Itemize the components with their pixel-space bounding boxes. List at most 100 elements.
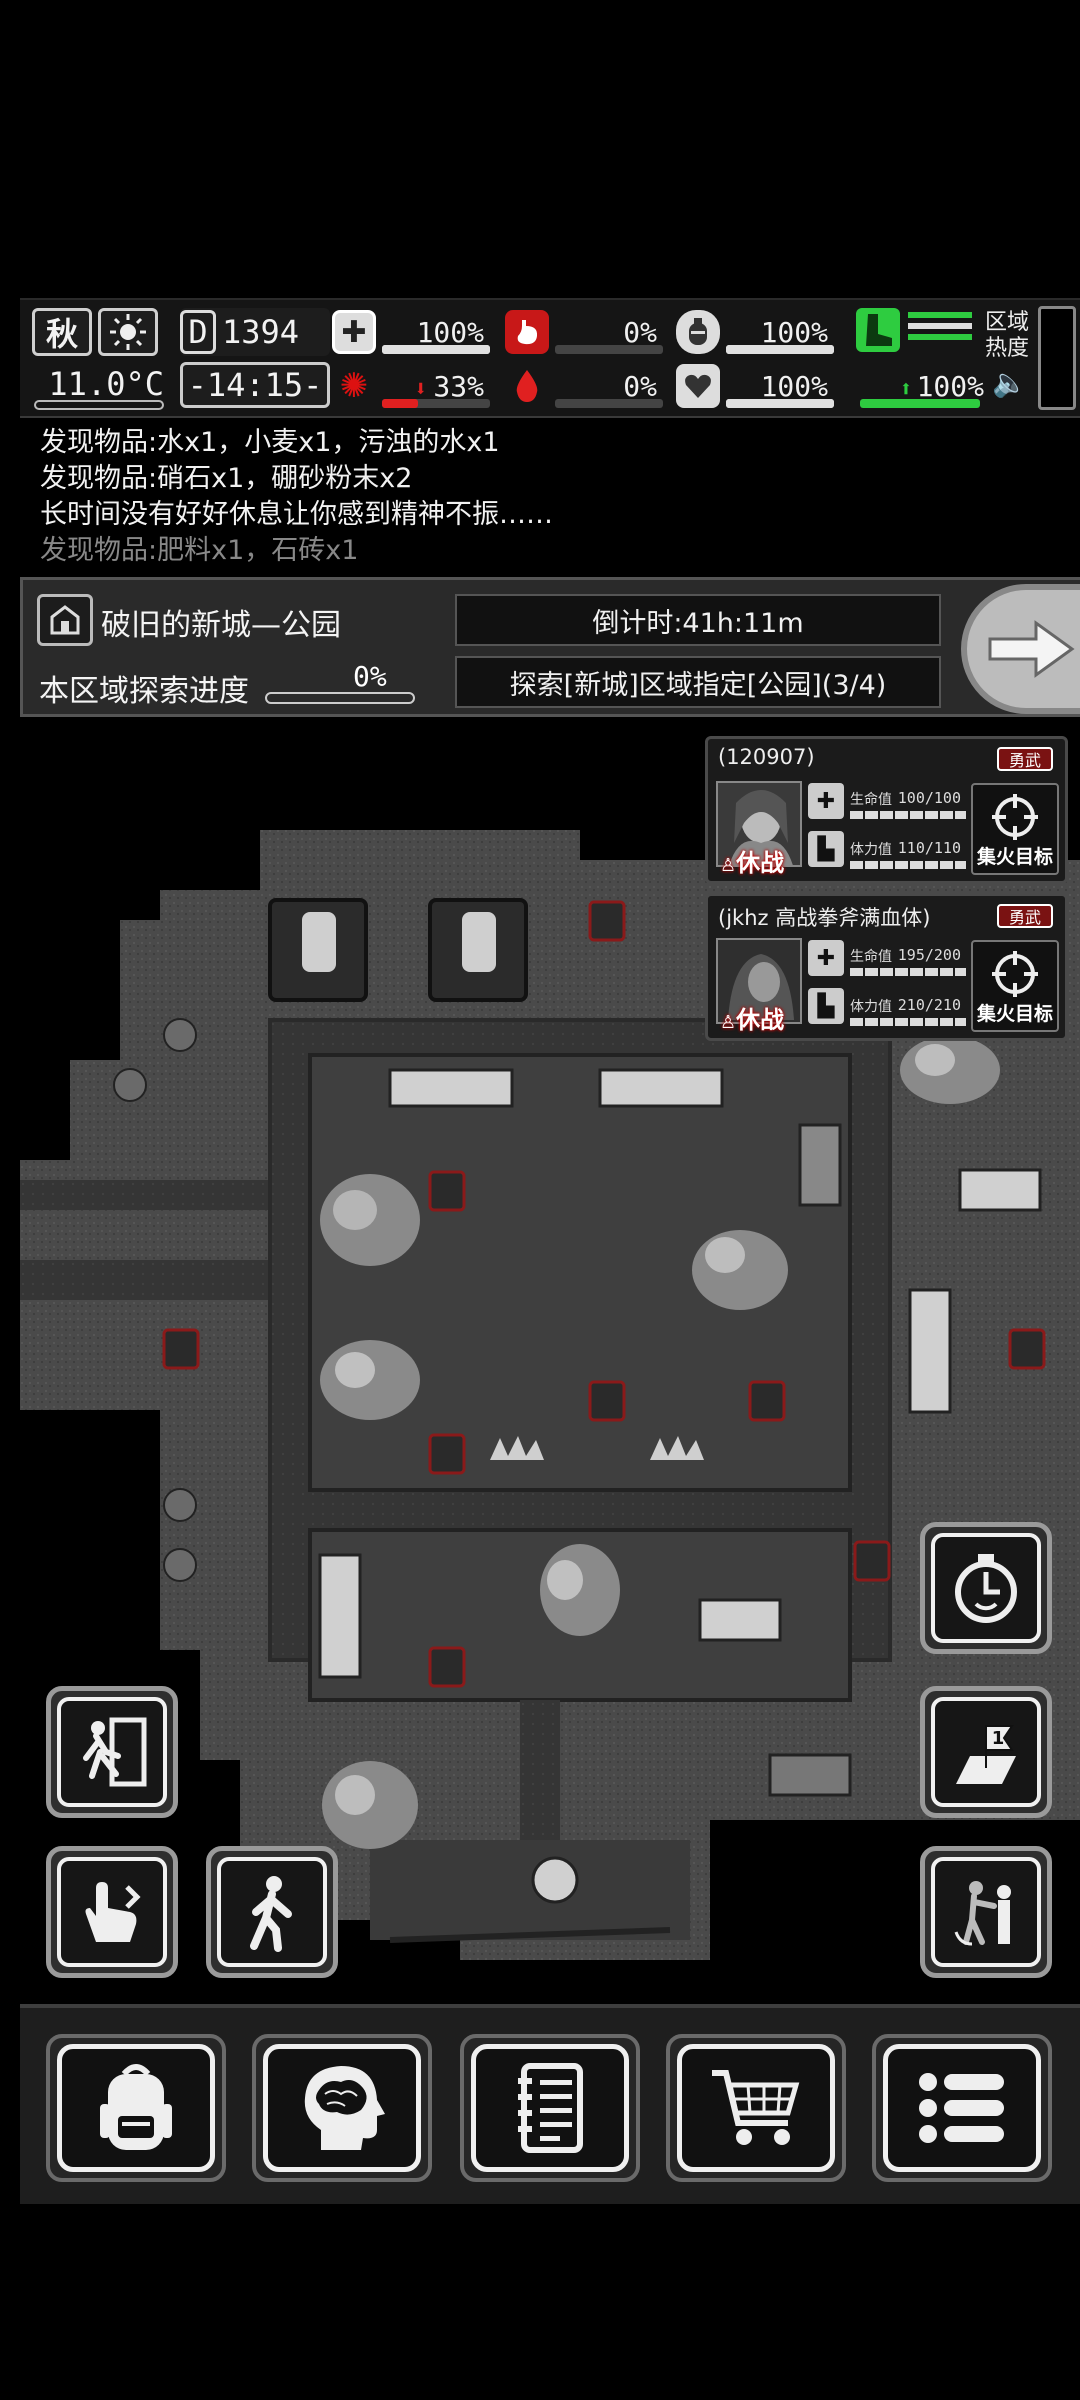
stopwatch-icon <box>955 1554 1017 1623</box>
sp-bar <box>850 861 966 869</box>
log-line: 发现物品:硝石x1，硼砂粉末x2 <box>40 463 413 494</box>
hunger-bar <box>555 345 663 354</box>
speaker-icon[interactable]: 🔈 <box>992 366 1027 399</box>
sp-label: 体力值 <box>850 999 892 1015</box>
day-counter: D 1394 <box>180 308 330 356</box>
health-stat: ✚ 100% <box>332 308 512 356</box>
explore-progress-label: 本区域探索进度 <box>39 674 249 709</box>
log-line: 长时间没有好好休息让你感到精神不振…… <box>40 499 553 530</box>
mood-bar <box>726 399 834 408</box>
arrow-right-icon <box>988 620 1075 678</box>
blood-drop-icon <box>505 364 549 408</box>
combat-stance-button[interactable] <box>920 1846 1052 1978</box>
hp-label: 生命值 <box>850 949 892 965</box>
walk-button[interactable] <box>206 1846 338 1978</box>
hunger-stat: 0% <box>505 308 685 356</box>
virus-icon: ✺ <box>339 366 369 406</box>
player-badge: 勇武 <box>997 904 1053 928</box>
bleeding-value: 0% <box>623 369 657 403</box>
medkit-icon: ✚ <box>808 940 844 976</box>
canteen-icon <box>676 310 720 354</box>
season-indicator: 秋 <box>32 308 92 356</box>
sp-value: 210/210 <box>897 996 961 1014</box>
menu-button[interactable] <box>872 2034 1052 2182</box>
drink-stat: 100% <box>676 308 856 356</box>
health-bar <box>382 345 490 354</box>
hp-value: 100/100 <box>897 789 961 807</box>
walk-icon <box>250 1876 292 1952</box>
boot-icon: ▙ <box>808 988 844 1024</box>
sp-value: 110/110 <box>897 839 961 857</box>
skills-button[interactable] <box>252 2034 432 2182</box>
player-badge: 勇武 <box>997 747 1053 771</box>
status-bar: 秋 11.0°C D 1394 -14:15- ✚ 100% 0% 100% ✺… <box>20 298 1080 418</box>
sp-bar <box>850 1018 966 1026</box>
log-line: 发现物品:肥料x1，石砖x1 <box>40 535 359 566</box>
health-value: 100% <box>416 315 484 349</box>
building-icon[interactable] <box>37 594 93 646</box>
truce-status: ♙休战 <box>720 849 785 877</box>
journal-button[interactable] <box>460 2034 640 2182</box>
location-name: 破旧的新城—公园 <box>101 608 341 643</box>
player-card[interactable]: (120907) 勇武 ♙休战 ✚ 生命值 100/100 ▙ 体力值 110/… <box>705 736 1068 884</box>
bottom-nav <box>20 2004 1080 2204</box>
backpack-button[interactable] <box>46 2034 226 2182</box>
hp-label: 生命值 <box>850 792 892 808</box>
exit-icon <box>83 1717 147 1787</box>
svg-text:1: 1 <box>992 1728 1005 1749</box>
map-marker-button[interactable]: 1 <box>920 1686 1052 1818</box>
drink-value: 100% <box>760 315 828 349</box>
hunger-value: 0% <box>623 315 657 349</box>
region-heat-label: 区域热度 <box>985 310 1030 361</box>
menu-icon <box>919 2073 1004 2143</box>
player-name: (120907) <box>718 745 815 769</box>
stomach-icon <box>505 310 549 354</box>
infection-stat: ✺ ⬇ 33% <box>332 362 512 410</box>
mood-stat: 100% <box>676 362 856 410</box>
region-heat-meter <box>1038 306 1076 410</box>
stamina-bar <box>860 399 980 408</box>
boot-icon <box>856 308 900 352</box>
timer-button[interactable] <box>920 1522 1052 1654</box>
task-objective[interactable]: 探索[新城]区域指定[公园](3/4) <box>455 656 941 708</box>
next-arrow-button[interactable] <box>961 584 1080 714</box>
heart-icon <box>676 364 720 408</box>
tap-interact-button[interactable] <box>46 1846 178 1978</box>
infection-bar <box>382 399 490 408</box>
infection-value: ⬇ 33% <box>414 369 484 403</box>
map-marker-icon: 1 <box>956 1725 1016 1784</box>
tap-icon <box>85 1882 141 1942</box>
event-log: 发现物品:水x1，小麦x1，污浊的水x1 发现物品:硝石x1，硼砂粉末x2 长时… <box>40 425 840 569</box>
explore-progress-value: 0% <box>353 660 387 693</box>
temperature-bar <box>34 400 164 410</box>
day-value: 1394 <box>222 313 300 351</box>
player-name: (jkhz 高战拳斧满血体) <box>718 906 931 930</box>
shop-button[interactable] <box>666 2034 846 2182</box>
notebook-icon <box>518 2063 583 2153</box>
location-panel: 破旧的新城—公园 本区域探索进度 0% 倒计时:41h:11m 探索[新城]区域… <box>20 577 1080 717</box>
sun-icon <box>98 308 158 356</box>
bleeding-bar <box>555 399 663 408</box>
stamina-stat: ⬆ 100% <box>856 362 986 410</box>
backpack-icon <box>100 2064 172 2150</box>
hp-bar <box>850 968 966 976</box>
stamina-value: ⬆ 100% <box>899 369 984 403</box>
exit-button[interactable] <box>46 1686 178 1818</box>
player-card[interactable]: (jkhz 高战拳斧满血体) 勇武 ♙休战 ✚ 生命值 195/200 ▙ 体力… <box>705 893 1068 1041</box>
focus-target-button[interactable]: 集火目标 <box>971 940 1059 1032</box>
explore-progress-bar <box>265 692 415 704</box>
crosshair-icon <box>992 951 1038 997</box>
hp-bar <box>850 811 966 819</box>
combat-stance-icon <box>954 1881 1011 1946</box>
medkit-icon: ✚ <box>332 310 376 354</box>
drink-bar <box>726 345 834 354</box>
mood-value: 100% <box>760 369 828 403</box>
focus-target-button[interactable]: 集火目标 <box>971 783 1059 875</box>
brain-icon <box>304 2066 385 2150</box>
cart-icon <box>712 2070 800 2145</box>
log-line: 发现物品:水x1，小麦x1，污浊的水x1 <box>40 427 500 458</box>
hp-value: 195/200 <box>897 946 961 964</box>
game-clock: -14:15- <box>180 362 330 408</box>
sp-label: 体力值 <box>850 842 892 858</box>
boot-icon: ▙ <box>808 831 844 867</box>
